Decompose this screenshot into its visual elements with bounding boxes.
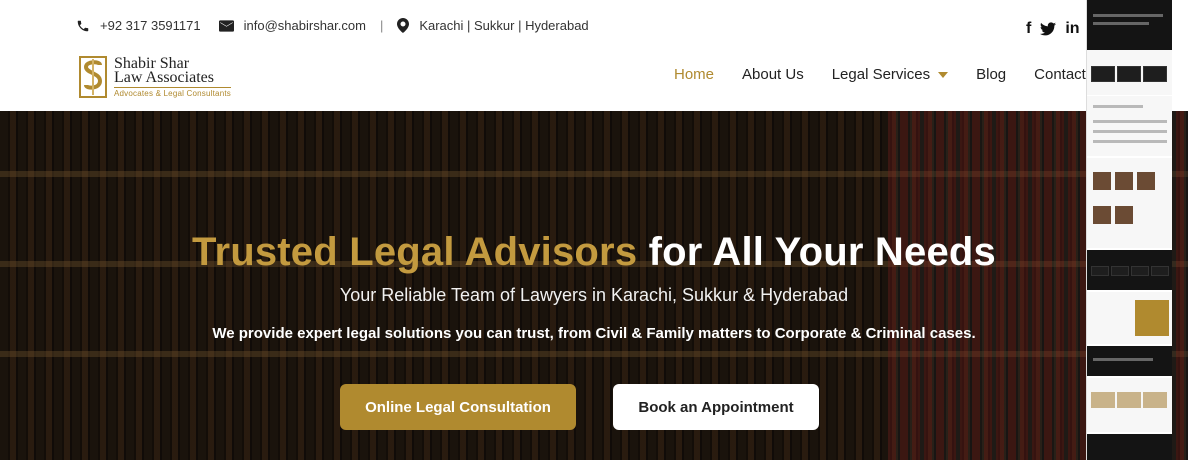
chevron-down-icon [938,71,949,78]
nav-legal-services[interactable]: Legal Services [831,66,949,83]
preview-line [1093,120,1167,123]
mail-icon [218,19,234,32]
preview-card [1117,66,1141,82]
hero-description: We provide expert legal solutions you ca… [212,325,976,342]
preview-photo [1137,172,1155,190]
preview-photo [1093,206,1111,224]
hero-title-white: for All Your Needs [648,230,996,274]
preview-blog-card [1143,392,1167,408]
phone-contact[interactable]: +92 317 3591171 [76,18,201,33]
preview-photo [1093,172,1111,190]
preview-stat [1151,266,1169,276]
hero-section: Trusted Legal Advisors for All Your Need… [0,111,1188,460]
phone-icon [76,19,90,33]
page-preview-minimap[interactable] [1086,0,1172,460]
brand-logo[interactable]: Shabir Shar Law Associates Advocates & L… [78,54,238,100]
preview-photo [1115,206,1133,224]
book-appointment-button[interactable]: Book an Appointment [613,384,819,430]
brand-tagline: Advocates & Legal Consultants [114,86,231,98]
preview-stat [1131,266,1149,276]
hero-title: Trusted Legal Advisors for All Your Need… [0,230,1188,275]
twitter-icon[interactable] [1040,22,1057,36]
logo-text: Shabir Shar Law Associates Advocates & L… [114,55,231,98]
preview-card [1091,66,1115,82]
preview-blog-card [1117,392,1141,408]
nav-home[interactable]: Home [674,66,714,83]
linkedin-icon[interactable]: in [1065,20,1079,38]
top-contact-bar: +92 317 3591171 info@shabirshar.com | Ka… [0,0,1188,54]
nav-legal-services-label: Legal Services [831,66,931,83]
location-pin-icon [397,18,410,33]
preview-photo [1115,172,1133,190]
preview-stat [1091,266,1109,276]
preview-hero [1087,0,1172,50]
preview-line [1093,358,1153,361]
locations-contact: Karachi | Sukkur | Hyderabad [397,18,589,33]
preview-line [1093,14,1163,17]
nav-about-us[interactable]: About Us [742,66,804,83]
preview-line [1093,130,1167,133]
preview-line [1093,105,1143,108]
hero-subtitle: Your Reliable Team of Lawyers in Karachi… [339,285,849,305]
email-contact[interactable]: info@shabirshar.com [218,18,366,33]
hero-title-gold: Trusted Legal Advisors [192,230,638,274]
preview-card [1143,66,1167,82]
preview-cta [1087,346,1172,376]
locations-text: Karachi | Sukkur | Hyderabad [419,18,589,33]
brand-line2: Law Associates [114,68,214,86]
main-nav: Home About Us Legal Services Blog Contac… [674,66,1129,83]
preview-footer [1087,434,1172,460]
preview-stat [1111,266,1129,276]
contact-info: +92 317 3591171 info@shabirshar.com | Ka… [76,18,589,33]
separator: | [379,18,384,33]
facebook-icon[interactable]: f [1026,20,1031,38]
email-address: info@shabirshar.com [243,18,366,33]
logo-mark-icon [79,56,107,98]
preview-about-image [1135,300,1169,336]
social-links: f in [1026,20,1080,38]
preview-line [1093,22,1149,25]
nav-blog[interactable]: Blog [976,66,1006,83]
phone-number: +92 317 3591171 [100,18,201,33]
preview-blog-card [1091,392,1115,408]
preview-line [1093,140,1167,143]
online-legal-consultation-button[interactable]: Online Legal Consultation [340,384,576,430]
